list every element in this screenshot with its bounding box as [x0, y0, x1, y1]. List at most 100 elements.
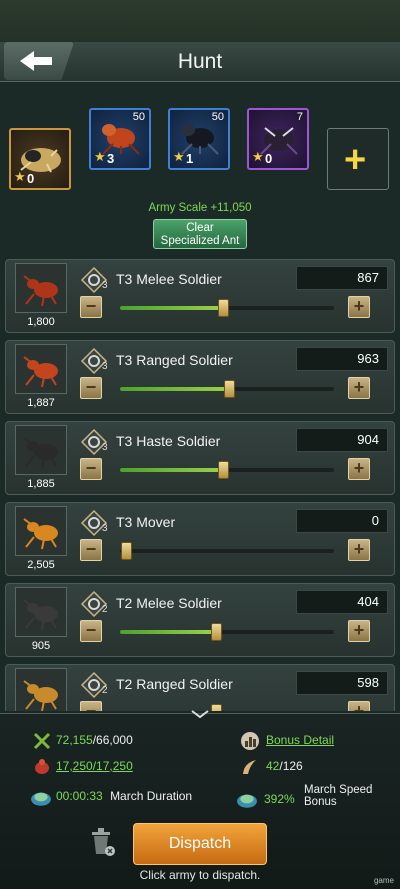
- troop-available: 905: [31, 640, 51, 652]
- slider-thumb[interactable]: [217, 461, 229, 479]
- decrease-button[interactable]: −: [80, 296, 102, 318]
- specialized-ant-slot-3[interactable]: 50 ★ 1: [168, 108, 230, 170]
- clear-button-line2: Specialized Ant: [160, 235, 240, 247]
- decrease-button[interactable]: −: [80, 620, 102, 642]
- ant-icon: [23, 275, 58, 307]
- slot-count: 50: [211, 111, 224, 123]
- horn-max: /126: [279, 759, 303, 773]
- specialized-ant-slot-1[interactable]: ★ 0: [9, 128, 71, 190]
- header-bar: Hunt: [0, 42, 400, 82]
- troop-row: 2,505 3 T3 Mover 0 − +: [5, 502, 395, 576]
- specialized-ant-slot-4[interactable]: 7 ★ 0: [247, 108, 309, 170]
- troop-portrait: [15, 344, 67, 394]
- clear-specialized-ant-button[interactable]: Clear Specialized Ant: [153, 219, 247, 249]
- star-level: 1: [186, 151, 194, 166]
- increase-button[interactable]: +: [348, 458, 370, 480]
- march-speed-stat: 392% March Speed Bonus: [236, 784, 396, 814]
- top-decoration: [0, 0, 400, 42]
- slider-fill: [120, 387, 230, 391]
- troop-quantity-input[interactable]: 598: [296, 671, 388, 695]
- troop-quantity-input[interactable]: 0: [296, 509, 388, 533]
- ant-icon: [23, 518, 58, 550]
- clear-button-line1: Clear: [186, 222, 214, 234]
- star-icon: ★: [94, 149, 106, 164]
- increase-button[interactable]: +: [348, 620, 370, 642]
- page-title: Hunt: [177, 50, 223, 73]
- tier-number: 3: [102, 442, 108, 453]
- crossed-swords-icon: [33, 732, 51, 750]
- troop-portrait: [15, 587, 67, 637]
- troop-quantity-input[interactable]: 904: [296, 428, 388, 452]
- slider-thumb[interactable]: [224, 380, 236, 398]
- decrease-button[interactable]: −: [80, 701, 102, 711]
- horn-current: 42: [266, 759, 280, 773]
- troop-portrait: [15, 668, 67, 711]
- star-level: 3: [107, 151, 115, 166]
- increase-button[interactable]: +: [348, 296, 370, 318]
- dispatch-button[interactable]: Dispatch: [133, 823, 267, 865]
- troop-name: T3 Ranged Soldier: [116, 352, 233, 368]
- speed-ant-icon: [237, 794, 257, 808]
- increase-button[interactable]: +: [348, 377, 370, 399]
- add-specialized-ant-button[interactable]: +: [327, 128, 389, 190]
- troop-slider[interactable]: [120, 542, 334, 560]
- power-current: 72,155: [56, 733, 93, 747]
- red-ant-load-icon: [35, 759, 49, 774]
- speed-value: 392%: [264, 792, 295, 806]
- ant-icon: [23, 599, 58, 631]
- troop-available: 1,800: [27, 316, 55, 328]
- horn-icon: [243, 760, 256, 774]
- troop-portrait: [15, 263, 67, 313]
- troop-portrait: [15, 506, 67, 556]
- slider-thumb[interactable]: [217, 299, 229, 317]
- troop-available: 1,887: [27, 397, 55, 409]
- star-icon: ★: [173, 149, 185, 164]
- ant-icon: [23, 437, 58, 469]
- slider-thumb[interactable]: [211, 623, 223, 641]
- slot-count: 7: [296, 111, 303, 123]
- slider-fill: [120, 468, 223, 472]
- decrease-button[interactable]: −: [80, 458, 102, 480]
- slider-fill: [120, 630, 217, 634]
- tier-number: 3: [102, 280, 108, 291]
- troop-quantity-input[interactable]: 963: [296, 347, 388, 371]
- speed-label-2: Bonus: [304, 796, 337, 808]
- plus-icon: +: [344, 139, 367, 181]
- load-value: 17,250/17,250: [56, 759, 133, 773]
- troop-slider[interactable]: [120, 461, 334, 479]
- increase-button[interactable]: +: [348, 701, 370, 711]
- troop-quantity-input[interactable]: 404: [296, 590, 388, 614]
- bonus-detail-link[interactable]: Bonus Detail: [240, 731, 390, 751]
- star-level: 0: [265, 151, 273, 166]
- troop-quantity-input[interactable]: 867: [296, 266, 388, 290]
- speed-label-1: March Speed: [304, 784, 373, 796]
- specialized-ant-slots: ★ 0 50 ★ 3 50 ★ 1 7 ★ 0 +: [0, 100, 400, 200]
- decrease-button[interactable]: −: [80, 377, 102, 399]
- dispatch-hint: Click army to dispatch.: [139, 868, 261, 882]
- ant-icon: [23, 680, 58, 711]
- troop-slider[interactable]: [120, 380, 334, 398]
- bonus-detail-label: Bonus Detail: [266, 733, 335, 747]
- decrease-button[interactable]: −: [80, 539, 102, 561]
- specialized-ant-slot-2[interactable]: 50 ★ 3: [89, 108, 151, 170]
- troop-row: 1,887 3 T3 Ranged Soldier 963 − +: [5, 340, 395, 414]
- increase-button[interactable]: +: [348, 539, 370, 561]
- troop-name: T3 Mover: [116, 514, 176, 530]
- ant-icon: [23, 356, 58, 388]
- troop-available: 1,885: [27, 478, 55, 490]
- troop-row: 2 T2 Ranged Soldier 598 − +: [5, 664, 395, 711]
- power-max: /66,000: [92, 733, 133, 747]
- march-duration-stat: 00:00:33 March Duration: [30, 786, 230, 808]
- troop-slider[interactable]: [120, 299, 334, 317]
- troop-list[interactable]: 1,800 3 T3 Melee Soldier 867 − + 1,887 3: [0, 256, 400, 711]
- troop-name: T3 Haste Soldier: [116, 433, 221, 449]
- slider-thumb[interactable]: [211, 704, 223, 711]
- trash-icon[interactable]: [88, 826, 116, 858]
- chevron-down-icon[interactable]: [190, 709, 210, 719]
- troop-slider[interactable]: [120, 623, 334, 641]
- tier-number: 3: [102, 361, 108, 372]
- horn-stat: 42/126: [240, 757, 390, 777]
- slot-count: 50: [132, 111, 145, 123]
- slider-thumb[interactable]: [121, 542, 132, 560]
- bar-chart-icon: [241, 732, 259, 750]
